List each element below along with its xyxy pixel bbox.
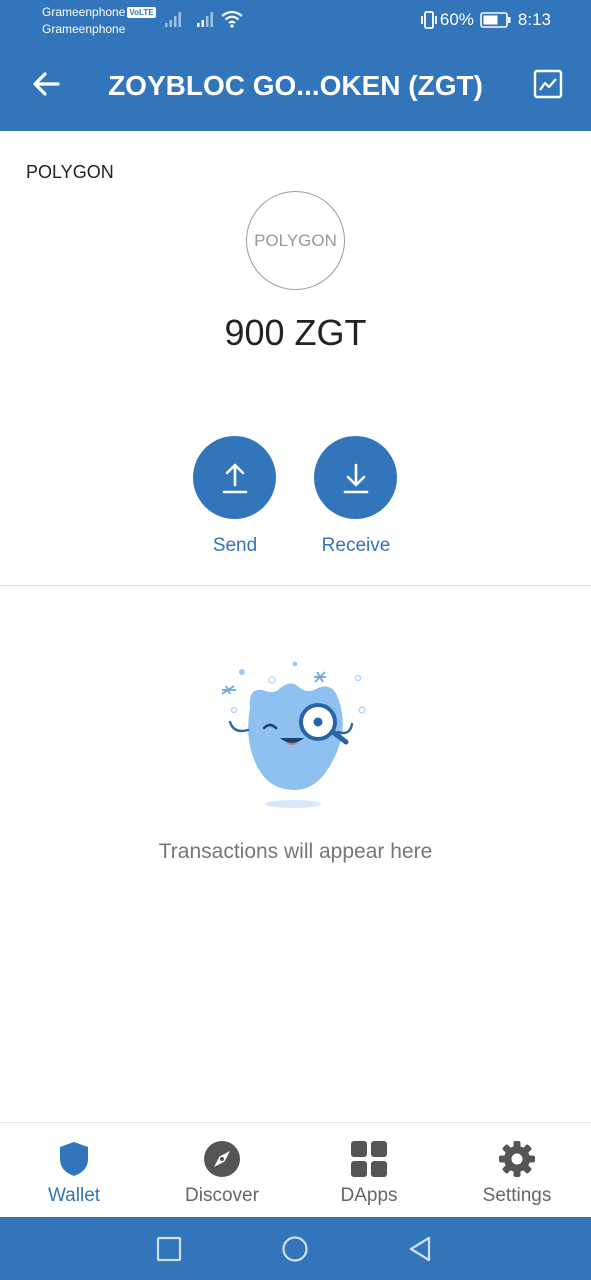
tab-label: Discover: [185, 1185, 259, 1206]
tab-dapps[interactable]: DApps: [295, 1139, 443, 1207]
volte-badge: VoLTE: [127, 7, 156, 18]
vibrate-icon: [420, 11, 437, 29]
receive-circle[interactable]: [314, 436, 397, 519]
app-header: Grameenphone VoLTE Grameenphone 60% 8:13…: [0, 0, 591, 131]
empty-transactions-text: Transactions will appear here: [158, 840, 433, 863]
coin-logo-text: POLYGON: [254, 230, 337, 250]
line-chart-icon[interactable]: [533, 69, 563, 99]
battery-icon: [480, 12, 511, 28]
back-arrow-icon[interactable]: [28, 66, 64, 102]
tab-label: Wallet: [47, 1185, 101, 1206]
carrier-name-1: Grameenphone: [42, 5, 126, 19]
tab-wallet[interactable]: Wallet: [0, 1139, 148, 1207]
send-button[interactable]: Send: [193, 436, 277, 557]
carrier-name-2: Grameenphone: [42, 22, 126, 36]
signal-icon: [165, 12, 181, 27]
download-arrow-icon: [343, 463, 368, 493]
battery-percent: 60%: [439, 10, 474, 29]
section-divider: [0, 585, 591, 586]
network-label: POLYGON: [26, 162, 114, 182]
toolbar: ZOYBLOC GO...OKEN (ZGT): [0, 42, 591, 131]
coin-logo: POLYGON: [246, 191, 345, 290]
bottom-nav: Wallet Discover DApps Settings: [0, 1122, 591, 1218]
home-icon[interactable]: [281, 1235, 309, 1263]
tab-label: DApps: [340, 1185, 398, 1206]
grid-icon: [351, 1141, 387, 1177]
carrier-info: Grameenphone VoLTE Grameenphone: [42, 4, 156, 38]
send-label[interactable]: Send: [193, 535, 277, 557]
send-circle[interactable]: [193, 436, 276, 519]
page-title: ZOYBLOC GO...OKEN (ZGT): [108, 70, 483, 101]
signal-icon: [197, 12, 213, 27]
system-nav-bar: [0, 1217, 591, 1280]
receive-label[interactable]: Receive: [314, 535, 398, 557]
token-balance: 900 ZGT: [224, 312, 367, 353]
receive-button[interactable]: Receive: [314, 436, 398, 557]
gear-icon: [499, 1141, 535, 1177]
empty-state-illustration-icon: [221, 661, 366, 808]
recent-apps-icon[interactable]: [155, 1235, 183, 1263]
tab-label: Settings: [482, 1185, 552, 1206]
tab-settings[interactable]: Settings: [443, 1139, 591, 1207]
clock: 8:13: [517, 10, 551, 29]
tab-discover[interactable]: Discover: [148, 1139, 296, 1207]
back-triangle-icon[interactable]: [406, 1235, 434, 1263]
shield-icon: [60, 1142, 88, 1176]
wifi-icon: [221, 10, 243, 28]
compass-icon: [204, 1141, 240, 1177]
status-right: 60% 8:13: [420, 8, 551, 32]
upload-arrow-icon: [222, 463, 247, 493]
status-bar: Grameenphone VoLTE Grameenphone 60% 8:13: [0, 0, 591, 40]
